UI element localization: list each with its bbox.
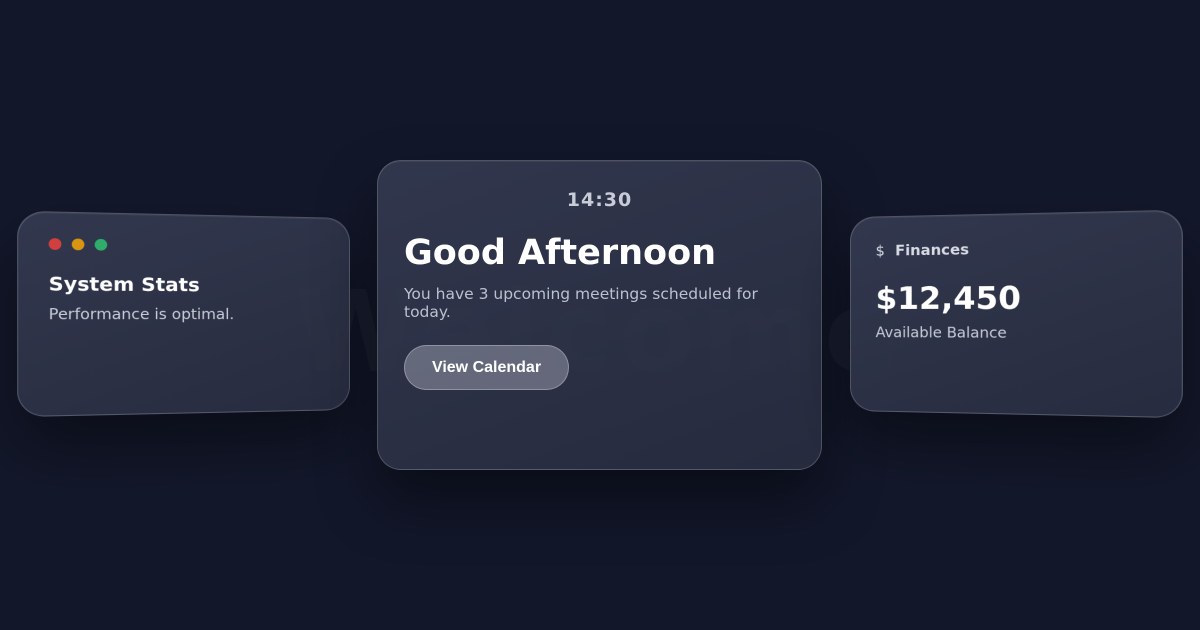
system-stats-card[interactable]: System Stats Performance is optimal. xyxy=(17,210,350,418)
dollar-icon: $ xyxy=(875,243,885,260)
meetings-message: You have 3 upcoming meetings scheduled f… xyxy=(404,285,758,321)
view-calendar-button[interactable]: View Calendar xyxy=(404,345,569,390)
finances-title: Finances xyxy=(895,242,970,260)
balance-label: Available Balance xyxy=(875,325,1007,342)
maximize-dot-icon[interactable] xyxy=(94,238,108,251)
balance-amount: $12,450 xyxy=(875,280,1022,318)
finances-card[interactable]: $ Finances $12,450 Available Balance xyxy=(850,209,1183,419)
clock-time: 14:30 xyxy=(566,189,633,211)
finances-header: $ Finances xyxy=(876,239,1154,260)
greeting-title: Good Afternoon xyxy=(404,233,717,273)
close-dot-icon[interactable] xyxy=(48,238,62,251)
system-stats-subtitle: Performance is optimal. xyxy=(48,306,235,324)
greeting-card: 14:30 Good Afternoon You have 3 upcoming… xyxy=(377,160,822,470)
window-controls xyxy=(48,238,323,254)
minimize-dot-icon[interactable] xyxy=(71,238,85,251)
dashboard-stage: Welcome System Stats Performance is opti… xyxy=(0,0,1200,630)
system-stats-title: System Stats xyxy=(48,273,200,297)
